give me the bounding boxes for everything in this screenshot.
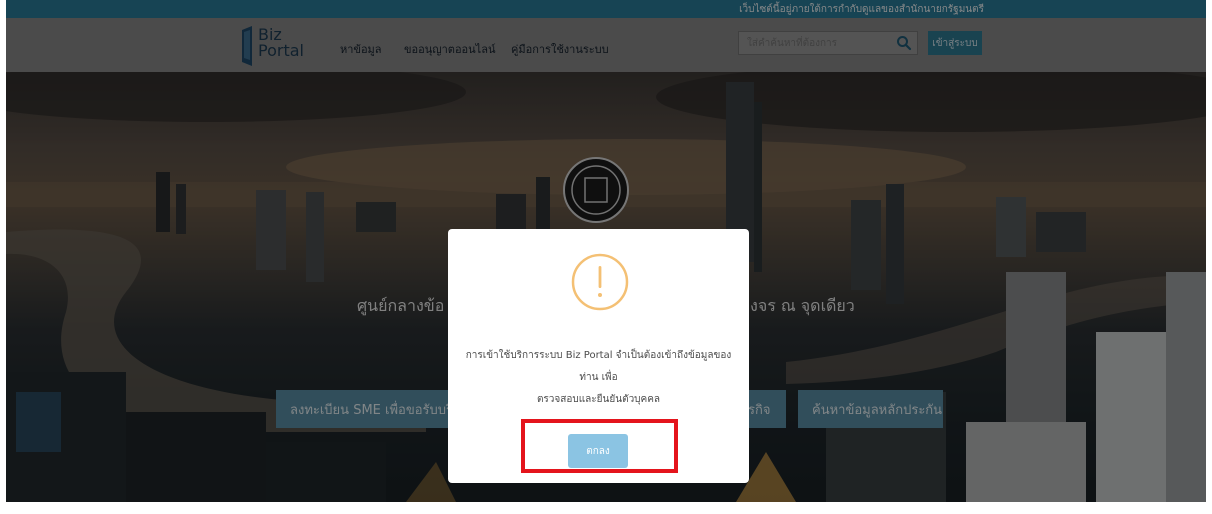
dialog-message: การเข้าใช้บริการระบบ Biz Portal จำเป็นต้… [458,345,739,411]
browser-viewport: เว็บไซต์นี้อยู่ภายใต้การกำกับดูแลของสำนั… [6,0,1206,502]
annotation-highlight-box [521,419,678,473]
warning-circle-icon [571,253,629,311]
dialog-message-line-1: การเข้าใช้บริการระบบ Biz Portal จำเป็นต้… [465,350,732,383]
dialog-message-line-2: ตรวจสอบและยืนยันตัวบุคคล [536,394,661,405]
